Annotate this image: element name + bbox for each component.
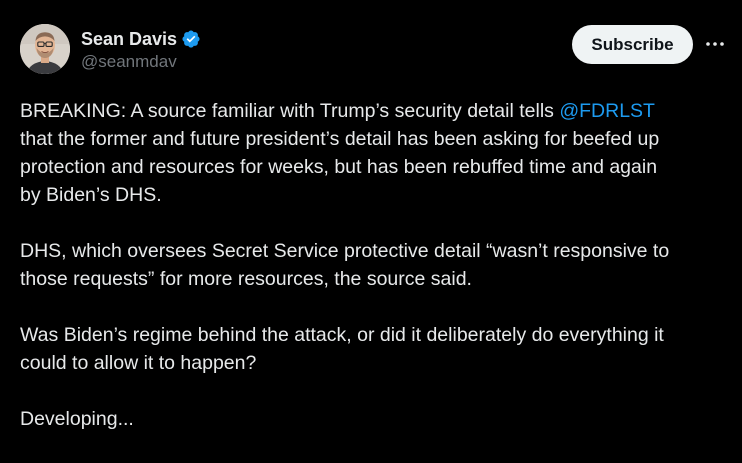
- tweet-line: DHS, which oversees Secret Service prote…: [20, 240, 670, 262]
- avatar[interactable]: [20, 24, 70, 74]
- subscribe-button[interactable]: Subscribe: [572, 25, 693, 64]
- tweet-card: Sean Davis @seanmdav Subscribe BREAKING:…: [0, 0, 742, 463]
- tweet-line: BREAKING: A source familiar with Trump’s…: [20, 97, 732, 125]
- tweet-paragraph: Developing...: [20, 405, 732, 433]
- tweet-paragraph: Was Biden’s regime behind the attack, or…: [20, 321, 732, 377]
- tweet-text: BREAKING: A source familiar with Trump’s…: [20, 97, 732, 461]
- author-name-row[interactable]: Sean Davis: [81, 28, 201, 50]
- tweet-paragraph: DHS, which oversees Secret Service prote…: [20, 237, 732, 293]
- tweet-line: could to allow it to happen?: [20, 352, 257, 374]
- author-name[interactable]: Sean Davis: [81, 28, 177, 50]
- tweet-text-segment: BREAKING: A source familiar with Trump’s…: [20, 100, 560, 122]
- tweet-line: Was Biden’s regime behind the attack, or…: [20, 324, 664, 346]
- tweet-line: protection and resources for weeks, but …: [20, 156, 658, 178]
- author-handle[interactable]: @seanmdav: [81, 52, 177, 72]
- tweet-line: by Biden’s DHS.: [20, 184, 162, 206]
- more-horizontal-icon[interactable]: [704, 34, 726, 54]
- tweet-line: Developing...: [20, 408, 134, 430]
- mention-link[interactable]: @FDRLST: [559, 100, 655, 122]
- tweet-line: that the former and future president’s d…: [20, 128, 660, 150]
- verified-badge-icon: [181, 29, 201, 49]
- tweet-line: those requests” for more resources, the …: [20, 268, 472, 290]
- tweet-paragraph: BREAKING: A source familiar with Trump’s…: [20, 97, 732, 209]
